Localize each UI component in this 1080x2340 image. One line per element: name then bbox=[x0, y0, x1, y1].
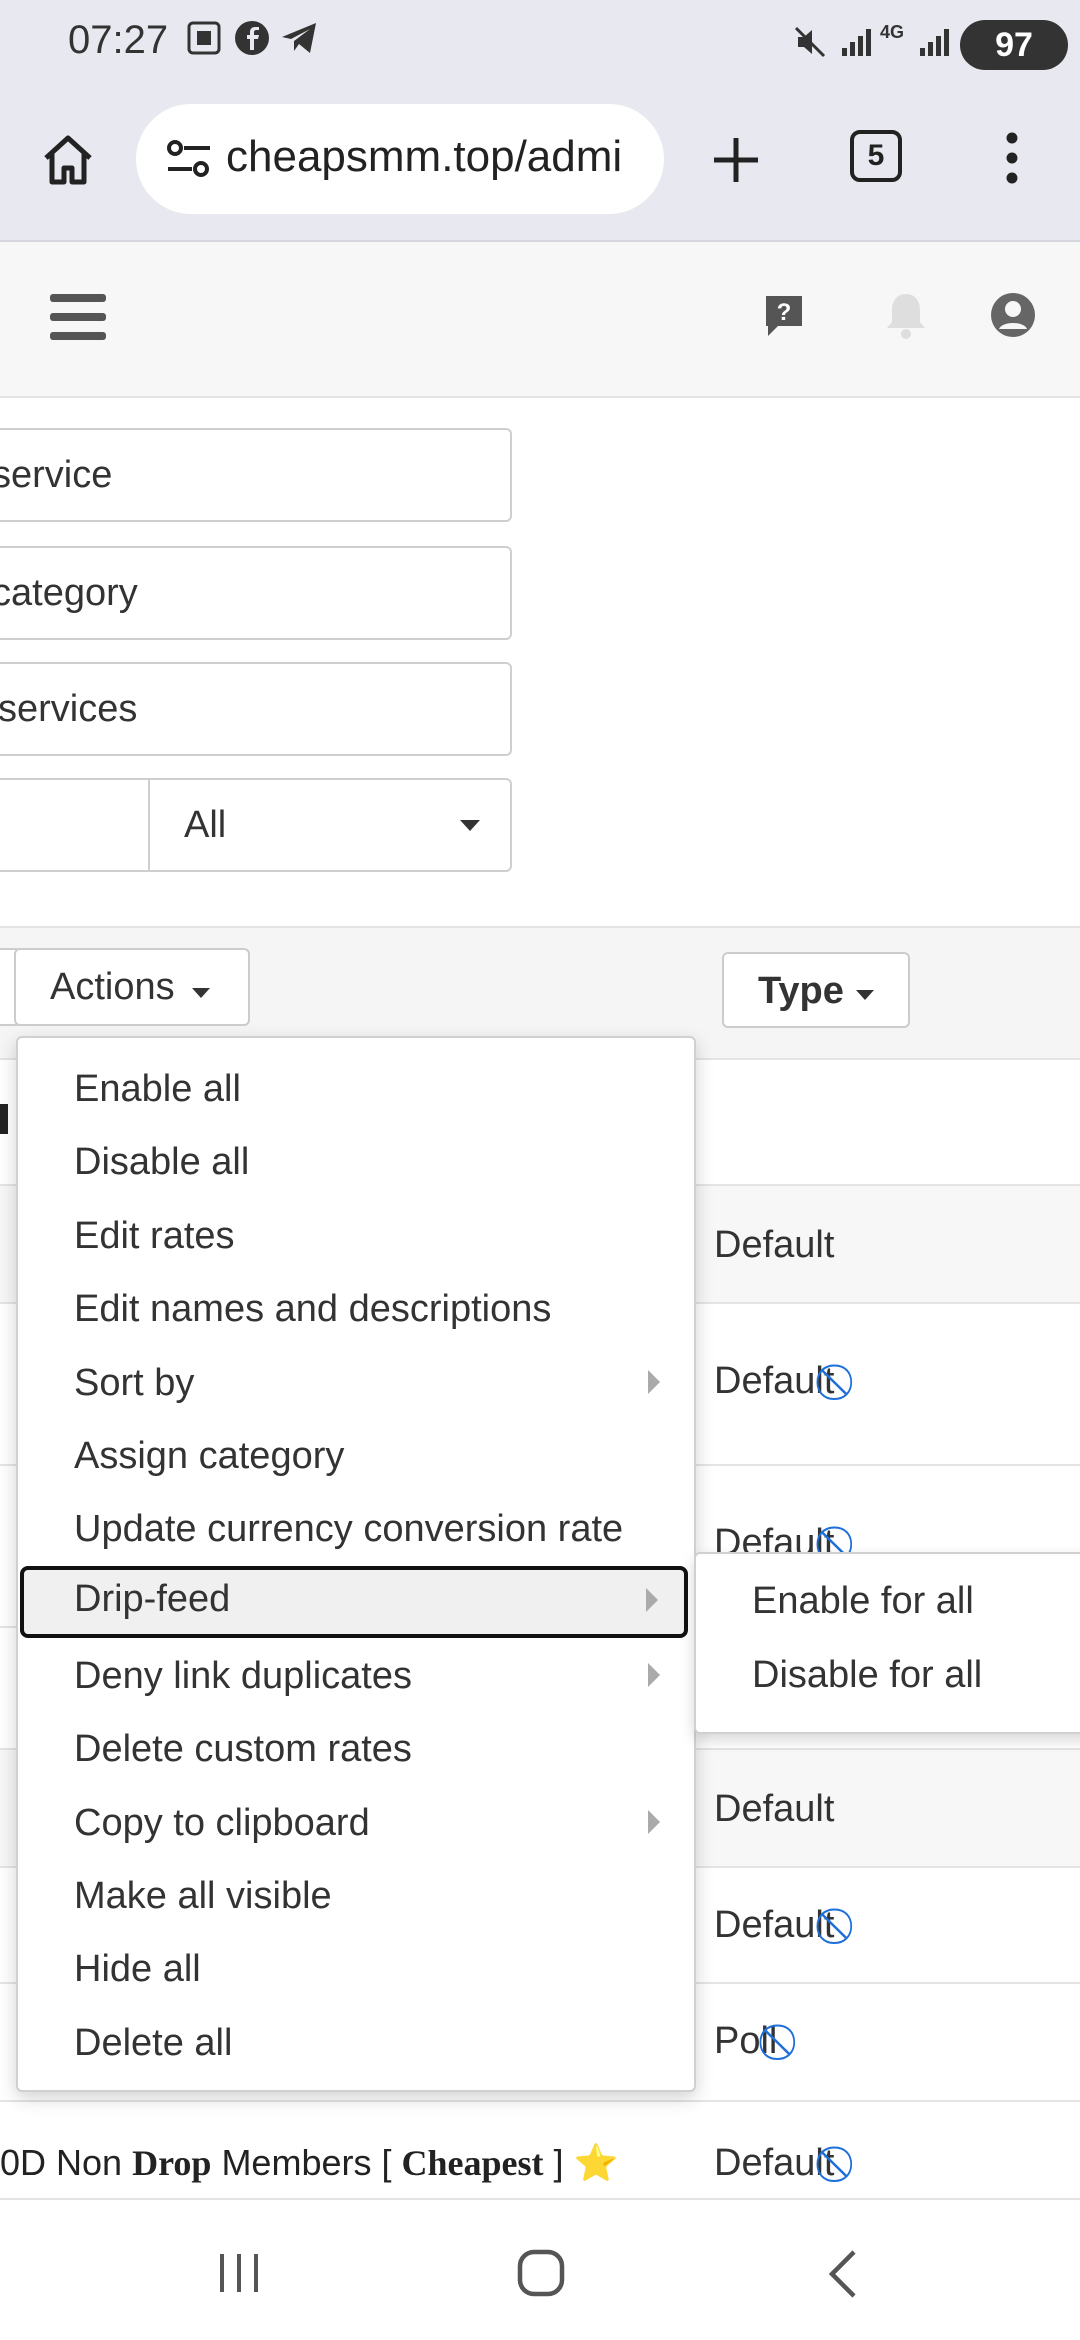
network-type-label: 4G bbox=[880, 22, 905, 42]
row-type: Default bbox=[714, 2142, 835, 2184]
signal-icon bbox=[840, 26, 876, 63]
star-icon: ⭐ bbox=[573, 2142, 619, 2183]
telegram-icon bbox=[280, 20, 318, 61]
menu-item-delete-all[interactable]: Delete all bbox=[18, 2008, 690, 2078]
search-category-input[interactable]: category bbox=[0, 546, 512, 640]
facebook-icon bbox=[234, 20, 270, 61]
status-bar: 07:27 4G 97 bbox=[0, 0, 1080, 90]
browser-toolbar: cheapsmm.top/admi 5 bbox=[0, 90, 1080, 242]
menu-item-edit-names[interactable]: Edit names and descriptions bbox=[18, 1274, 690, 1344]
chevron-right-icon bbox=[648, 1663, 660, 1687]
actions-button-label: Actions bbox=[50, 966, 175, 1008]
search-service-text: service bbox=[0, 454, 113, 496]
svg-text:?: ? bbox=[777, 299, 792, 326]
chevron-down-icon bbox=[460, 820, 480, 831]
submenu-item-disable-for-all[interactable]: Disable for all bbox=[752, 1654, 982, 1697]
mute-icon bbox=[792, 24, 828, 65]
row-type: Default bbox=[714, 1360, 835, 1402]
system-navigation-bar bbox=[0, 2200, 1080, 2340]
menu-item-deny-link-duplicates[interactable]: Deny link duplicates bbox=[18, 1641, 690, 1711]
search-category-text: category bbox=[0, 572, 138, 614]
home-icon[interactable] bbox=[40, 132, 96, 193]
url-text: cheapsmm.top/admi bbox=[226, 132, 623, 181]
tab-switcher-button[interactable]: 5 bbox=[850, 130, 902, 182]
search-services-text: services bbox=[0, 688, 138, 730]
caret-down-icon bbox=[192, 988, 210, 998]
site-settings-icon[interactable] bbox=[166, 138, 212, 185]
menu-item-update-currency[interactable]: Update currency conversion rate bbox=[18, 1494, 690, 1564]
menu-item-disable-all[interactable]: Disable all bbox=[18, 1127, 690, 1197]
type-filter-button[interactable]: Type bbox=[722, 952, 910, 1028]
caret-down-icon bbox=[856, 990, 874, 1000]
battery-indicator: 97 bbox=[960, 20, 1068, 70]
row-type: Default bbox=[714, 1224, 835, 1266]
recent-apps-icon[interactable] bbox=[216, 2250, 262, 2301]
home-nav-icon[interactable] bbox=[516, 2248, 566, 2303]
actions-dropdown-button[interactable]: Actions bbox=[14, 948, 250, 1026]
row-type: Poll bbox=[714, 2020, 778, 2062]
browser-menu-icon[interactable] bbox=[1004, 130, 1020, 191]
drip-feed-submenu: Enable for all Disable for all bbox=[694, 1552, 1080, 1734]
status-select-value: All bbox=[184, 804, 227, 846]
chevron-right-icon bbox=[648, 1370, 660, 1394]
menu-item-sort-by[interactable]: Sort by bbox=[18, 1348, 690, 1418]
menu-item-make-all-visible[interactable]: Make all visible bbox=[18, 1861, 690, 1931]
back-icon[interactable] bbox=[824, 2248, 860, 2305]
hamburger-icon[interactable] bbox=[50, 292, 106, 347]
new-tab-icon[interactable] bbox=[710, 134, 762, 191]
type-button-label: Type bbox=[758, 970, 844, 1012]
help-icon[interactable]: ? bbox=[762, 292, 806, 345]
screenshot-icon bbox=[186, 20, 222, 65]
row-type: Default bbox=[714, 1788, 835, 1830]
search-service-input[interactable]: service bbox=[0, 428, 512, 522]
address-bar[interactable]: cheapsmm.top/admi bbox=[136, 104, 664, 214]
menu-item-edit-rates[interactable]: Edit rates bbox=[18, 1201, 690, 1271]
actions-menu: Enable all Disable all Edit rates Edit n… bbox=[16, 1036, 696, 2092]
chevron-right-icon bbox=[646, 1588, 658, 1612]
submenu-item-enable-for-all[interactable]: Enable for all bbox=[752, 1580, 974, 1623]
filter-group: All bbox=[0, 778, 512, 872]
menu-item-enable-all[interactable]: Enable all bbox=[18, 1054, 690, 1124]
search-services-input[interactable]: services bbox=[0, 662, 512, 756]
chevron-right-icon bbox=[648, 1810, 660, 1834]
menu-item-delete-custom-rates[interactable]: Delete custom rates bbox=[18, 1714, 690, 1784]
row-service-name: 0D Non Drop Members [ Cheapest ] ⭐ bbox=[0, 2142, 619, 2183]
notification-bell-icon[interactable] bbox=[884, 290, 928, 345]
table-row[interactable]: 0D Non Drop Members [ Cheapest ] ⭐ Defau… bbox=[0, 2102, 1080, 2200]
status-time: 07:27 bbox=[68, 18, 169, 62]
menu-item-copy-to-clipboard[interactable]: Copy to clipboard bbox=[18, 1788, 690, 1858]
site-header: ? bbox=[0, 242, 1080, 398]
status-select[interactable]: All bbox=[150, 780, 510, 870]
menu-item-drip-feed[interactable]: Drip-feed bbox=[20, 1566, 688, 1638]
account-icon[interactable] bbox=[990, 292, 1036, 343]
menu-item-hide-all[interactable]: Hide all bbox=[18, 1934, 690, 2004]
signal-icon-2 bbox=[918, 26, 954, 63]
menu-item-assign-category[interactable]: Assign category bbox=[18, 1421, 690, 1491]
table-header-fragment bbox=[0, 1104, 8, 1134]
row-type: Default bbox=[714, 1904, 835, 1946]
